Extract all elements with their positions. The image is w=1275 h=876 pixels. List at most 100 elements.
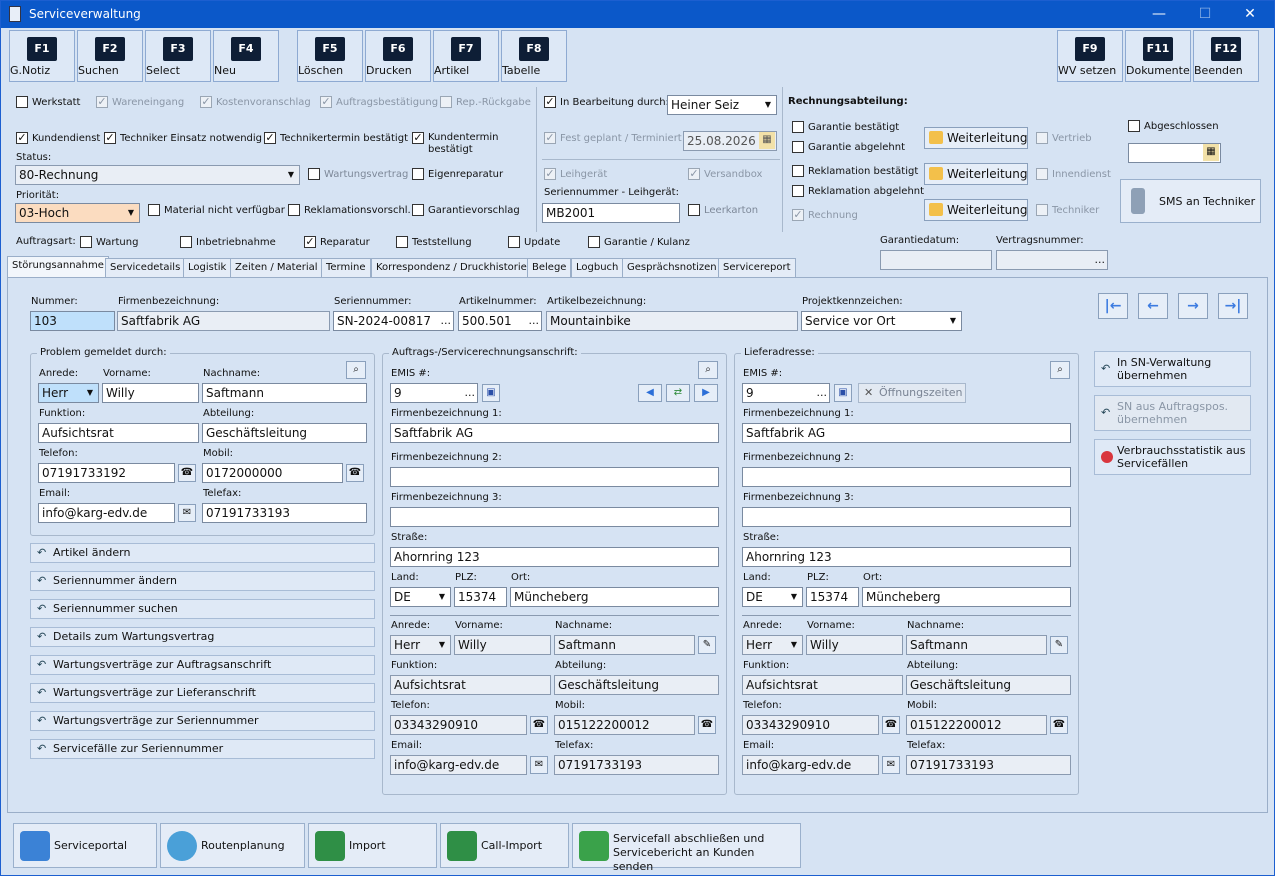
edit-contact-icon[interactable]: ✎ [1050,636,1068,654]
phone-dial-icon[interactable]: ☎ [698,716,716,734]
anrede-select[interactable]: Herr ▼ [38,383,99,403]
garantie-kulanz-checkbox[interactable]: Garantie / Kulanz [588,236,690,250]
kundentermin-checkbox[interactable]: ✓ Kundentermin bestätigt [412,132,502,158]
wartungsvertrag-details-button[interactable]: ↶ Details zum Wartungsvertrag [30,627,375,647]
garantie-bestaetigt-checkbox[interactable]: Garantie bestätigt [792,121,899,135]
innendienst-checkbox[interactable]: Innendienst [1036,168,1111,182]
liefer-anrede-select[interactable]: Herr ▼ [742,635,803,655]
tab-gespraechsnotizen[interactable]: Gesprächsnotizen [622,258,722,278]
oeffnungszeiten-button[interactable]: ✕ Öffnungszeiten [858,383,966,403]
save-icon[interactable]: ▣ [834,384,852,402]
verbrauchsstatistik-button[interactable]: Verbrauchsstatistik aus Servicefällen [1094,439,1251,475]
kostenvoranschlag-checkbox[interactable]: ✓ Kostenvoranschlag [200,96,311,110]
wareneingang-checkbox[interactable]: ✓ Wareneingang [96,96,184,110]
wartungsvertraege-lieferanschrift-button[interactable]: ↶ Wartungsverträge zur Lieferanschrift [30,683,375,703]
termin-date-field[interactable]: 25.08.2026 ▦ [683,131,777,151]
auftrag-ort-field[interactable]: Müncheberg [510,587,719,607]
phone-dial-icon[interactable]: ☎ [882,716,900,734]
mail-icon[interactable]: ✉ [178,504,196,522]
f3-select-button[interactable]: F3 Select [145,30,211,82]
reklamation-abgelehnt-checkbox[interactable]: Reklamation abgelehnt [792,185,924,199]
minimize-button[interactable]: — [1136,1,1182,28]
phone-dial-icon[interactable]: ☎ [530,716,548,734]
auftrag-plz-field[interactable]: 15374 [454,587,507,607]
f5-loeschen-button[interactable]: F5 Löschen [297,30,363,82]
inbetriebnahme-checkbox[interactable]: Inbetriebnahme [180,236,276,250]
artikelbezeichnung-field[interactable]: Mountainbike [546,311,798,331]
auftrag-email-field[interactable]: info@karg-edv.de [390,755,527,775]
artikel-aendern-button[interactable]: ↶ Artikel ändern [30,543,375,563]
phone-dial-icon[interactable]: ☎ [346,464,364,482]
material-checkbox[interactable]: Material nicht verfügbar [148,204,285,218]
liefer-ort-field[interactable]: Müncheberg [862,587,1071,607]
leihgeraet-checkbox[interactable]: ✓ Leihgerät [544,168,607,182]
abgeschlossen-date-field[interactable]: ▦ [1128,143,1221,163]
werkstatt-checkbox[interactable]: Werkstatt [16,96,80,110]
sn-leihgeraet-field[interactable]: MB2001 [542,203,680,223]
f11-dokumente-button[interactable]: F11 Dokumente [1125,30,1191,82]
serviceportal-button[interactable]: Serviceportal [13,823,157,868]
search-address-icon[interactable]: ⌕ [698,361,718,379]
auftrag-fb1-field[interactable]: Saftfabrik AG [390,423,719,443]
sn-verwaltung-uebernehmen-button[interactable]: ↶ In SN-Verwaltung übernehmen [1094,351,1251,387]
tab-servicedetails[interactable]: Servicedetails [105,258,186,278]
servicefaelle-seriennummer-button[interactable]: ↶ Servicefälle zur Seriennummer [30,739,375,759]
liefer-plz-field[interactable]: 15374 [806,587,859,607]
first-record-button[interactable]: |← [1098,293,1128,319]
routenplanung-button[interactable]: Routenplanung [160,823,305,868]
reklamationsvorschlag-checkbox[interactable]: Reklamationsvorschl. [288,204,411,218]
firmenbezeichnung-field[interactable]: Saftfabrik AG [117,311,330,331]
leerkarton-checkbox[interactable]: Leerkarton [688,204,758,218]
vorname-field[interactable]: Willy [102,383,199,403]
liefer-fb3-field[interactable] [742,507,1071,527]
liefer-funktion-field[interactable]: Aufsichtsrat [742,675,903,695]
liefer-fb2-field[interactable] [742,467,1071,487]
mail-icon[interactable]: ✉ [530,756,548,774]
rechnung-checkbox[interactable]: ✓ Rechnung [792,209,858,223]
nummer-field[interactable]: 103 [30,311,115,331]
seriennummer-aendern-button[interactable]: ↶ Seriennummer ändern [30,571,375,591]
liefer-email-field[interactable]: info@karg-edv.de [742,755,879,775]
fest-geplant-checkbox[interactable]: ✓ Fest geplant / Terminiert [544,132,682,146]
reklamation-bestaetigt-checkbox[interactable]: Reklamation bestätigt [792,165,918,179]
servicefall-abschliessen-button[interactable]: Servicefall abschließen und Serviceberic… [572,823,801,873]
auftrag-fb3-field[interactable] [390,507,719,527]
wartungsvertrag-checkbox[interactable]: Wartungsvertrag [308,168,408,182]
projektkennzeichen-select[interactable]: Service vor Ort ▼ [801,311,962,331]
sms-techniker-button[interactable]: SMS an Techniker [1120,179,1261,223]
teststellung-checkbox[interactable]: Teststellung [396,236,472,250]
versandbox-checkbox[interactable]: ✓ Versandbox [688,168,762,182]
liefer-abteilung-field[interactable]: Geschäftsleitung [906,675,1071,695]
f9-wv-setzen-button[interactable]: F9 WV setzen [1057,30,1123,82]
seriennummer-field[interactable]: SN-2024-00817... [333,311,454,331]
funktion-field[interactable]: Aufsichtsrat [38,423,199,443]
liefer-emis-field[interactable]: 9... [742,383,830,403]
eigenreparatur-checkbox[interactable]: Eigenreparatur [412,168,503,182]
wartungsvertraege-seriennummer-button[interactable]: ↶ Wartungsverträge zur Seriennummer [30,711,375,731]
emis-field[interactable]: 9... [390,383,478,403]
abteilung-field[interactable]: Geschäftsleitung [202,423,367,443]
tab-belege[interactable]: Belege [527,258,572,278]
rep-rueckgabe-checkbox[interactable]: Rep.-Rückgabe [440,96,531,110]
f12-beenden-button[interactable]: F12 Beenden [1193,30,1259,82]
abgeschlossen-checkbox[interactable]: Abgeschlossen [1128,120,1219,134]
tab-korrespondenz[interactable]: Korrespondenz / Druckhistorie [371,258,532,278]
calendar-icon[interactable]: ▦ [759,132,775,149]
calendar-icon[interactable]: ▦ [1203,144,1219,161]
telefax-field[interactable]: 07191733193 [202,503,367,523]
telefon-field[interactable]: 07191733192 [38,463,175,483]
import-button[interactable]: Import [308,823,437,868]
arrow-left-icon[interactable]: ◀ [638,384,662,402]
in-bearbeitung-checkbox[interactable]: ✓ In Bearbeitung durch: [544,96,669,110]
technikertermin-checkbox[interactable]: ✓ Technikertermin bestätigt [264,132,408,146]
kundendienst-checkbox[interactable]: ✓ Kundendienst [16,132,100,146]
f6-drucken-button[interactable]: F6 Drucken [365,30,431,82]
liefer-strasse-field[interactable]: Ahornring 123 [742,547,1071,567]
last-record-button[interactable]: →| [1218,293,1248,319]
auftragsbestaetigung-checkbox[interactable]: ✓ Auftragsbestätigung [320,96,438,110]
auftrag-abteilung-field[interactable]: Geschäftsleitung [554,675,719,695]
liefer-land-select[interactable]: DE ▼ [742,587,803,607]
search-contact-icon[interactable]: ⌕ [346,361,366,379]
auftrag-anrede-select[interactable]: Herr ▼ [390,635,451,655]
liefer-vorname-field[interactable]: Willy [806,635,903,655]
